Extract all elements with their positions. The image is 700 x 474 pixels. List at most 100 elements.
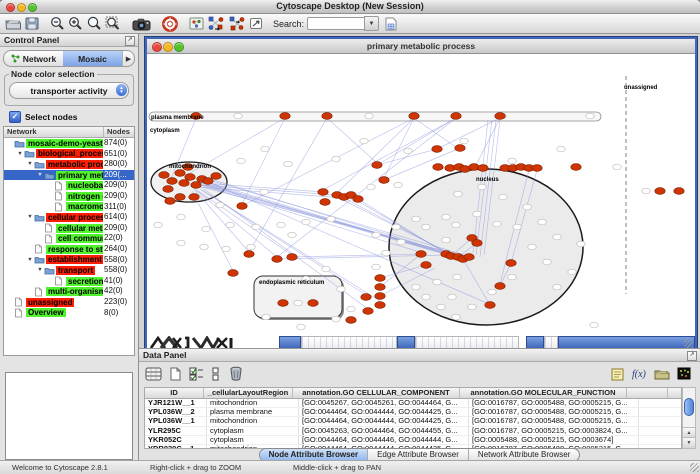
network-node-unselected[interactable]: [327, 216, 335, 222]
network-node-unselected[interactable]: [538, 219, 546, 225]
network-node-unselected[interactable]: [372, 232, 380, 238]
network-node-unselected[interactable]: [252, 224, 260, 230]
tree-row[interactable]: nucleobase-209(0): [4, 180, 134, 191]
snapshot-camera-icon[interactable]: [132, 15, 151, 32]
table-cell[interactable]: mitochondrion: [207, 399, 299, 407]
network-node[interactable]: [189, 194, 199, 201]
network-node-unselected[interactable]: [412, 216, 420, 222]
network-node[interactable]: [320, 199, 330, 206]
network-node[interactable]: [278, 300, 288, 307]
import-folder-icon[interactable]: [654, 365, 670, 382]
table-cell[interactable]: [GO:0005488, GO:0005215, GO:0003674]: [469, 436, 639, 444]
delete-attribute-icon[interactable]: [229, 365, 243, 382]
network-node[interactable]: [375, 293, 385, 300]
table-cell[interactable]: YKR052C: [145, 436, 207, 444]
network-node[interactable]: [433, 164, 443, 171]
network-node-unselected[interactable]: [332, 156, 340, 162]
search-dropdown-icon[interactable]: ▼: [364, 16, 379, 31]
table-cell[interactable]: [GO:0016787, GO:0005215, GO:0003824, G..…: [469, 427, 639, 435]
tree-item-label[interactable]: biological_process: [36, 149, 112, 158]
network-view-window[interactable]: primary metabolic process plasma membran…: [145, 37, 697, 351]
network-node-unselected[interactable]: [488, 289, 496, 295]
network-node-unselected[interactable]: [613, 164, 621, 170]
network-node[interactable]: [421, 262, 431, 269]
tree-row[interactable]: cellular metabol209(0): [4, 223, 134, 234]
table-column-header[interactable]: annotation.GO MOLECULAR_FUNCTION: [460, 388, 627, 398]
network-node-unselected[interactable]: [202, 226, 210, 232]
resize-grip-icon[interactable]: [684, 339, 693, 348]
network-node-unselected[interactable]: [177, 214, 185, 220]
new-attribute-icon[interactable]: [169, 365, 182, 382]
network-node-unselected[interactable]: [528, 244, 536, 250]
tab-overflow-arrow[interactable]: ▶: [122, 51, 134, 66]
network-node-unselected[interactable]: [499, 194, 507, 200]
tree-row[interactable]: mosaic-demo-yeast874(0): [4, 138, 134, 149]
network-node-unselected[interactable]: [460, 138, 468, 144]
network-node[interactable]: [375, 275, 385, 282]
tree-row[interactable]: multi-organism pro42(0): [4, 286, 134, 297]
network-node-unselected[interactable]: [454, 191, 462, 197]
network-node[interactable]: [179, 180, 189, 187]
network-node[interactable]: [445, 165, 455, 172]
network-node-unselected[interactable]: [412, 284, 420, 290]
float-panel-icon[interactable]: ↗: [125, 36, 135, 46]
network-edge[interactable]: [249, 118, 327, 252]
open-file-icon[interactable]: [5, 15, 22, 32]
network-node-unselected[interactable]: [297, 324, 305, 330]
zoom-in-icon[interactable]: [68, 15, 83, 32]
network-node-unselected[interactable]: [332, 316, 340, 322]
network-node[interactable]: [318, 189, 328, 196]
tree-expand-icon[interactable]: ▼: [36, 172, 44, 178]
zoom-selected-icon[interactable]: [86, 15, 102, 32]
table-cell[interactable]: cytoplasm: [207, 436, 299, 444]
network-window-titlebar[interactable]: primary metabolic process: [147, 39, 695, 54]
network-node[interactable]: [674, 188, 684, 195]
network-node-unselected[interactable]: [237, 158, 245, 164]
network-node[interactable]: [175, 170, 185, 177]
network-node-unselected[interactable]: [260, 189, 268, 195]
table-row[interactable]: YLR295Ccytoplasm[GO:0045263, GO:0044464,…: [145, 427, 681, 436]
network-node[interactable]: [308, 300, 318, 307]
region-nucleus[interactable]: [389, 169, 583, 325]
network-node-unselected[interactable]: [284, 161, 292, 167]
table-cell[interactable]: YPL036W__2: [145, 408, 207, 416]
network-node-unselected[interactable]: [365, 113, 373, 119]
network-node[interactable]: [375, 302, 385, 309]
network-node[interactable]: [375, 284, 385, 291]
network-node-unselected[interactable]: [442, 237, 450, 243]
annotation-icon[interactable]: [249, 15, 264, 32]
network-node-unselected[interactable]: [337, 286, 345, 292]
network-node-unselected[interactable]: [586, 113, 594, 119]
table-cell[interactable]: mitochondrion: [207, 417, 299, 425]
table-column-header[interactable]: ID: [145, 388, 204, 398]
table-cell[interactable]: [GO:0045267, GO:0045261, GO:0044464, G..…: [299, 399, 469, 407]
tree-item-label[interactable]: secretion: [66, 277, 106, 286]
table-scrollbar[interactable]: ▲ ▼: [682, 387, 696, 449]
table-row[interactable]: YPL036W__2plasma membrane[GO:0044464, GO…: [145, 408, 681, 417]
network-node[interactable]: [472, 240, 482, 247]
table-cell[interactable]: plasma membrane: [207, 408, 299, 416]
network-node-unselected[interactable]: [394, 182, 402, 188]
network-node-unselected[interactable]: [294, 300, 302, 306]
network-node-unselected[interactable]: [392, 224, 400, 230]
tree-row[interactable]: unassigned223(0): [4, 297, 134, 308]
network-node-unselected[interactable]: [347, 306, 355, 312]
layout-network-icon[interactable]: [207, 15, 225, 32]
tree-expand-icon[interactable]: ▼: [26, 161, 34, 167]
table-cell[interactable]: [GO:0016787, GO:0005488, GO:0005215, G..…: [469, 417, 639, 425]
tree-item-label[interactable]: Overview: [26, 308, 66, 317]
tree-row[interactable]: secretion41(0): [4, 276, 134, 287]
network-node[interactable]: [165, 198, 175, 205]
tree-row[interactable]: ▼cellular process614(0): [4, 212, 134, 223]
scrollbar-thumb[interactable]: [684, 398, 694, 416]
table-column-header[interactable]: annotation.GO CELLULAR_COMPONENT: [293, 388, 460, 398]
table-row[interactable]: YKR052Ccytoplasm[GO:0044464, GO:0044446,…: [145, 436, 681, 445]
network-node-unselected[interactable]: [442, 214, 450, 220]
network-node-unselected[interactable]: [222, 246, 230, 252]
help-icon[interactable]: [162, 15, 178, 32]
network-node[interactable]: [532, 165, 542, 172]
network-node[interactable]: [495, 113, 505, 120]
table-row[interactable]: YPL036W__1mitochondrion[GO:0044464, GO:0…: [145, 417, 681, 426]
network-node[interactable]: [228, 270, 238, 277]
zoom-out-icon[interactable]: [50, 15, 65, 32]
